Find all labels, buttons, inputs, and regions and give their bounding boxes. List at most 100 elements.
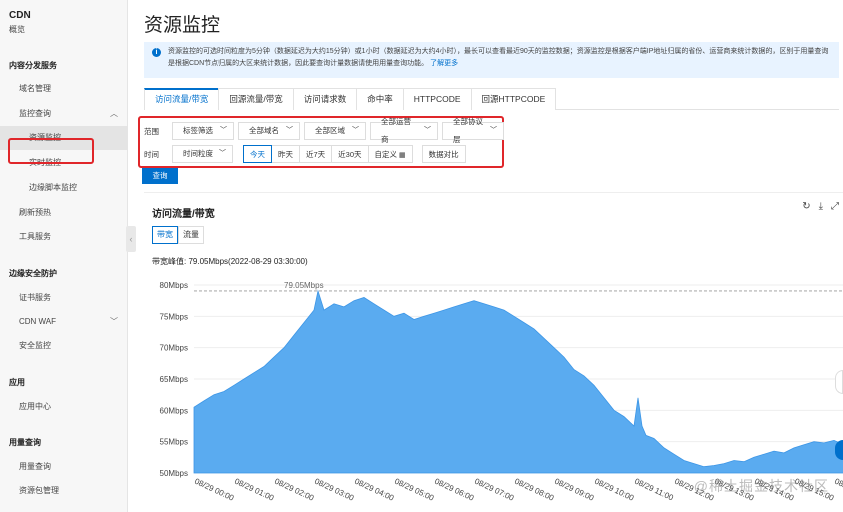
range-select[interactable]: 标签筛选 ﹀	[172, 122, 234, 140]
peak-text: 带宽峰值: 79.05Mbps(2022-08-29 03:30:00)	[152, 257, 308, 266]
chart-panel: 访问流量/带宽 ↻ ⤓ ⤢ 带宽 流量 带宽峰值: 79.05Mbps(2022-…	[144, 192, 843, 512]
unit-toggle-option[interactable]: 带宽	[152, 226, 178, 244]
info-icon: i	[152, 48, 161, 57]
tab-item[interactable]: 命中率	[356, 88, 404, 110]
tab-item[interactable]: HTTPCODE	[402, 88, 472, 110]
sidebar-item-label: 边缘脚本监控	[29, 183, 77, 192]
highlight-box-resource-monitor	[8, 138, 94, 164]
x-tick-label: 08/29 05:00	[393, 477, 436, 503]
sidebar-item-label: 安全监控	[19, 341, 51, 350]
bandwidth-area	[193, 289, 843, 474]
chevron-down-icon: ﹀	[219, 150, 226, 157]
granularity-select[interactable]: 时间粒度 ﹀	[172, 145, 233, 163]
range-select-label: 标签筛选	[183, 126, 213, 135]
x-tick-label: 08/29 11:00	[633, 477, 675, 503]
sidebar-item-label: 监控查询	[19, 109, 51, 118]
sidebar-item-label: CDN WAF	[19, 317, 57, 326]
sidebar-item-label: 用量查询	[19, 462, 51, 471]
sidebar: CDN 概览 内容分发服务 域名管理 监控查询 ︿ 资源监控 实时监控 边缘脚本监控 刷新预热工…	[0, 0, 128, 512]
range-select[interactable]: 全部域名 ﹀	[238, 122, 300, 140]
x-tick-label: 08/29 16:00	[833, 477, 843, 503]
time-label: 时间	[144, 149, 159, 159]
compare-button[interactable]: 数据对比	[421, 145, 466, 163]
tab-item[interactable]: 回源HTTPCODE	[470, 88, 557, 110]
time-range-option[interactable]: 昨天	[271, 145, 300, 163]
side-help-button[interactable]	[835, 440, 843, 460]
sidebar-item-label: 刷新预热	[19, 208, 51, 217]
expand-icon[interactable]: ⤢	[831, 201, 839, 212]
side-float-button[interactable]	[835, 370, 843, 394]
time-range-option[interactable]: 今天	[243, 145, 272, 163]
peak-label: 79.05Mbps	[284, 281, 324, 290]
range-select[interactable]: 全部区域 ﹀	[304, 122, 366, 140]
filter-area: 范围 标签筛选 ﹀ 全部域名 ﹀ 全部区域 ﹀ 全部运营商 ﹀ 全部协议层 ﹀ 时间 时间粒度 ﹀…	[138, 116, 504, 168]
chevron-down-icon: ﹀	[490, 127, 497, 134]
sidebar-item-label: 工具服务	[19, 232, 51, 241]
sidebar-item[interactable]: 安全监控	[0, 334, 128, 358]
chevron-down-icon: ﹀	[110, 317, 118, 326]
y-tick-label: 50Mbps	[160, 469, 188, 478]
sidebar-item[interactable]: 概览	[0, 18, 128, 42]
sidebar-item-label: 资源包管理	[19, 486, 59, 495]
sidebar-item-label: 应用	[9, 378, 25, 387]
sidebar-item-label: 概览	[9, 25, 25, 34]
x-tick-label: 08/29 03:00	[313, 477, 356, 503]
tab-item[interactable]: 回源流量/带宽	[218, 88, 294, 110]
download-icon[interactable]: ⤓	[819, 201, 823, 212]
sidebar-collapse-handle[interactable]: ‹	[126, 226, 136, 252]
sidebar-item[interactable]: 监控查询 ︿	[0, 102, 128, 126]
range-select[interactable]: 全部运营商 ﹀	[370, 117, 438, 144]
query-button[interactable]: 查询	[142, 168, 178, 184]
range-row: 范围 标签筛选 ﹀ 全部域名 ﹀ 全部区域 ﹀ 全部运营商 ﹀ 全部协议层 ﹀	[144, 117, 508, 144]
range-select[interactable]: 全部协议层 ﹀	[442, 117, 504, 144]
chevron-down-icon: ﹀	[424, 127, 431, 134]
time-range-option[interactable]: 近7天	[299, 145, 333, 163]
sidebar-item: 内容分发服务	[0, 54, 128, 78]
y-tick-label: 60Mbps	[160, 406, 188, 415]
bandwidth-chart: 50Mbps 55Mbps 60Mbps 65Mbps 70Mbps 75Mbps 80Mb…	[160, 281, 843, 503]
sidebar-item-label: 用量查询	[9, 438, 41, 447]
range-select-label: 全部域名	[249, 126, 279, 135]
sidebar-item[interactable]: 域名管理	[0, 77, 128, 101]
time-range-option[interactable]: 近30天	[331, 145, 369, 163]
sidebar-item[interactable]: 边缘脚本监控	[0, 176, 128, 200]
sidebar-item[interactable]: 工具服务	[0, 225, 128, 249]
chart-title: 访问流量/带宽	[152, 209, 215, 220]
x-tick-label: 08/29 06:00	[433, 477, 476, 503]
sidebar-item[interactable]: 资源包管理	[0, 479, 128, 503]
x-tick-label: 08/29 01:00	[233, 477, 276, 503]
y-tick-label: 70Mbps	[160, 344, 188, 353]
x-tick-label: 08/29 09:00	[553, 477, 596, 503]
unit-toggle: 带宽 流量	[152, 226, 204, 244]
x-tick-label: 08/29 10:00	[593, 477, 636, 503]
time-range-option-label: 近30天	[338, 150, 362, 159]
time-range-option[interactable]: 自定义 ▦	[367, 145, 413, 163]
chevron-down-icon: ﹀	[286, 127, 293, 134]
x-tick-label: 08/29 07:00	[473, 477, 516, 503]
sidebar-item[interactable]: CDN WAF ﹀	[0, 310, 128, 334]
learn-more-link[interactable]: 了解更多	[430, 60, 458, 67]
info-notice: i 资源监控的可选时间粒度为5分钟（数据延迟为大约15分钟）或1小时（数据延迟为…	[144, 42, 839, 78]
time-range-option-label: 昨天	[278, 150, 293, 159]
x-tick-label: 08/29 02:00	[273, 477, 316, 503]
y-tick-label: 55Mbps	[160, 438, 188, 447]
sidebar-item[interactable]: 证书服务	[0, 286, 128, 310]
page-title: 资源监控	[144, 15, 221, 36]
sidebar-item-label: 证书服务	[19, 293, 51, 302]
sidebar-item[interactable]: 应用中心	[0, 395, 128, 419]
range-select-label: 全部协议层	[453, 117, 483, 144]
tab-item[interactable]: 访问请求数	[292, 88, 358, 110]
watermark: @稀土掘金技术社区	[693, 478, 829, 494]
granularity-select-label: 时间粒度	[183, 149, 213, 158]
chevron-up-icon: ︿	[110, 109, 118, 118]
unit-toggle-option[interactable]: 流量	[178, 226, 204, 244]
tab-item[interactable]: 访问流量/带宽	[144, 88, 220, 110]
y-tick-label: 75Mbps	[160, 312, 188, 321]
chart-tools: ↻ ⤓ ⤢	[802, 201, 839, 212]
sidebar-item[interactable]: 刷新预热	[0, 201, 128, 225]
y-tick-label: 80Mbps	[160, 281, 188, 290]
y-tick-label: 65Mbps	[160, 375, 188, 384]
refresh-icon[interactable]: ↻	[802, 201, 810, 212]
sidebar-item-label: 内容分发服务	[9, 61, 57, 70]
sidebar-item[interactable]: 用量查询	[0, 455, 128, 479]
